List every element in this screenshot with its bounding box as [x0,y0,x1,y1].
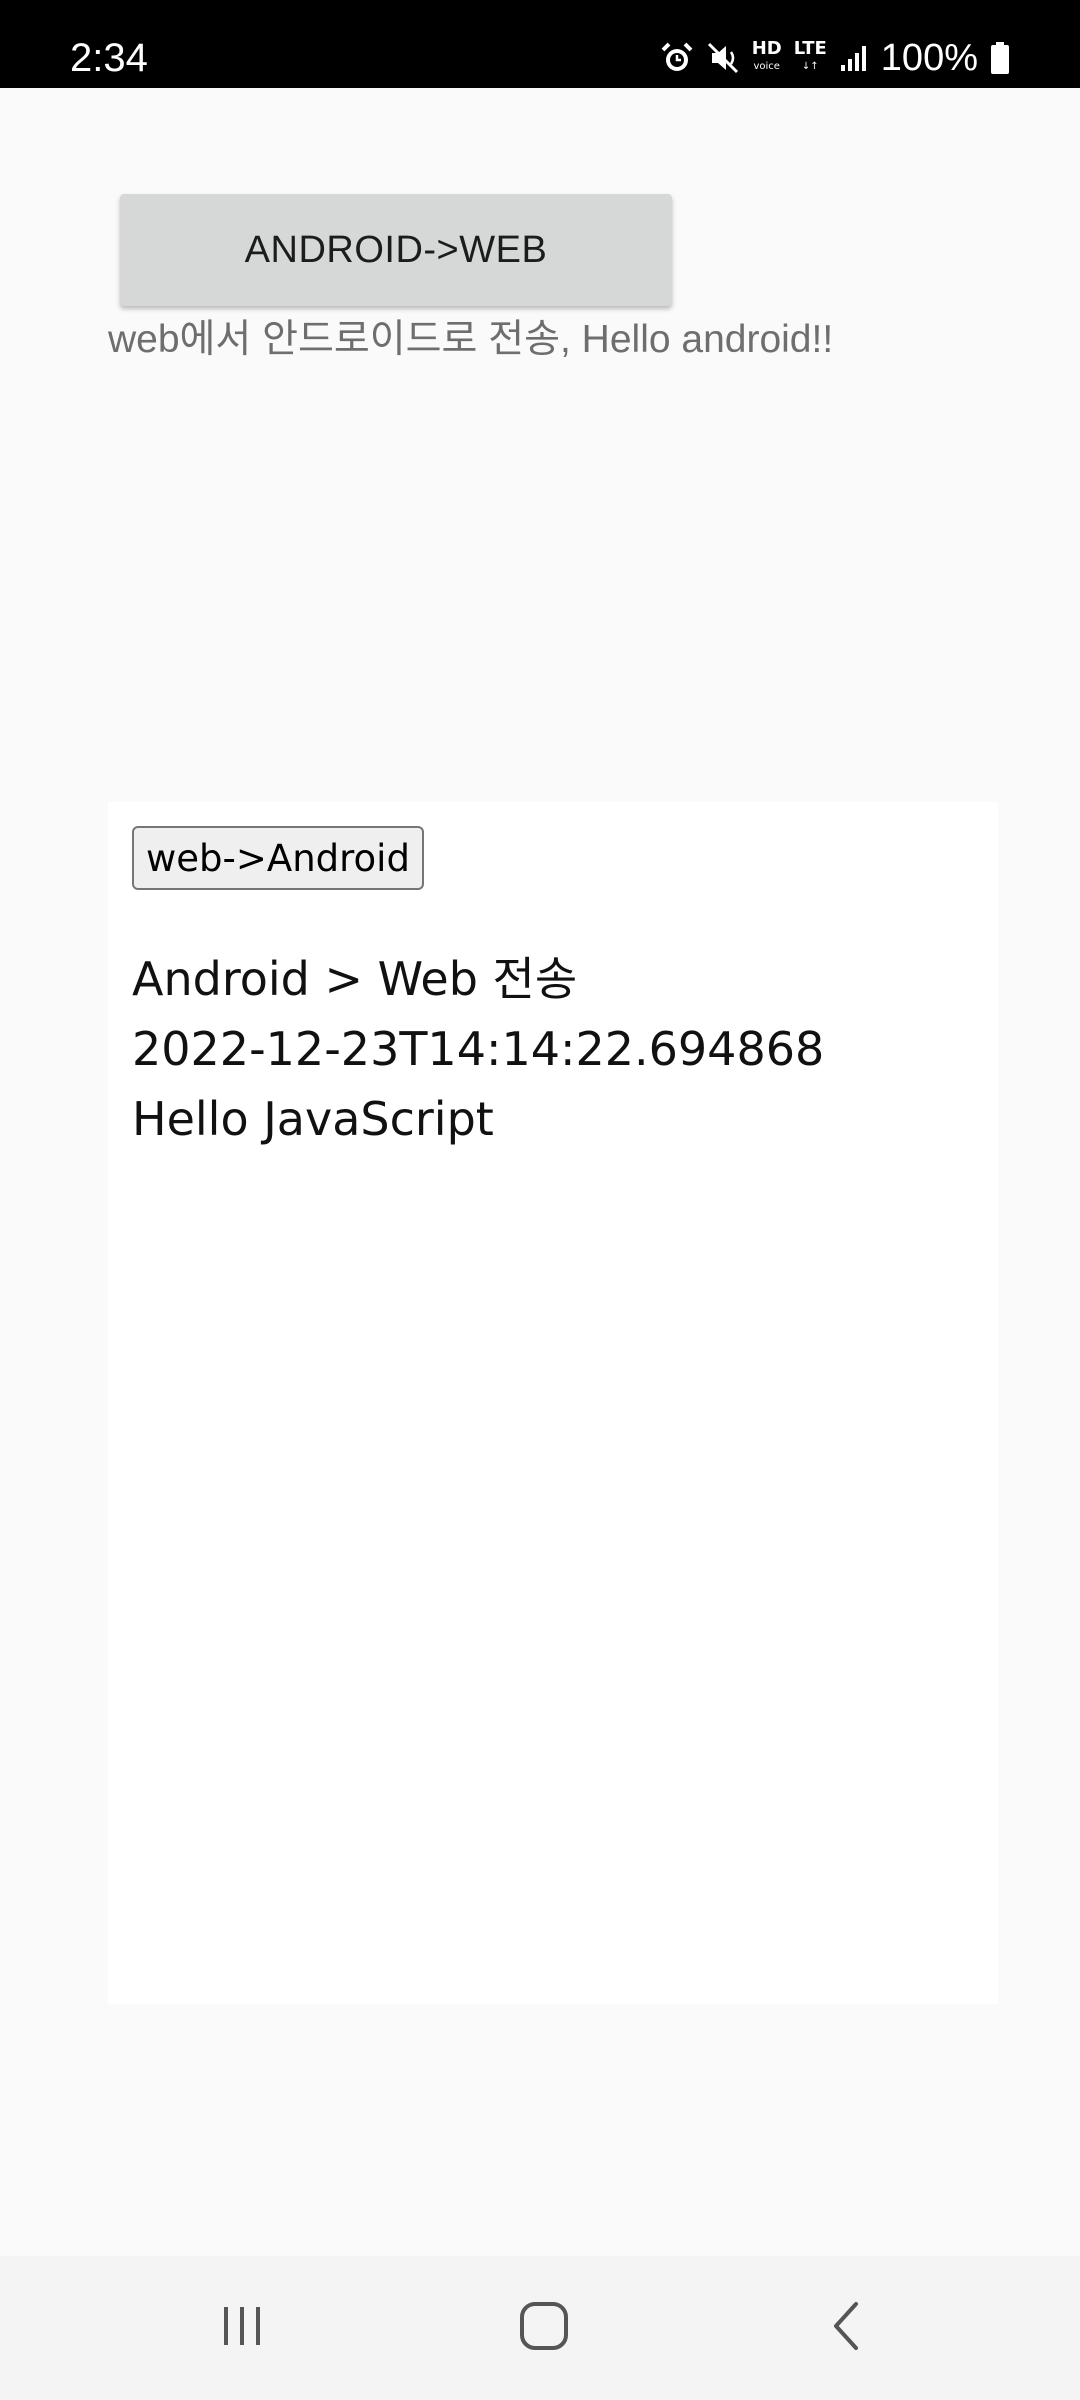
lte-label: LTE [793,38,827,59]
received-message: web에서 안드로이드로 전송, Hello android!! [108,318,834,361]
web-line-message: Hello JavaScript [132,1092,494,1146]
mute-vibrate-icon [706,41,740,75]
web-line-title: Android > Web 전송 [132,952,578,1006]
status-bar: 2:34 HD voice LTE ↓↑ 100% [0,0,1080,88]
battery-percent: 100% [880,36,978,79]
web-to-android-button[interactable]: web->Android [132,826,424,890]
android-to-web-button[interactable]: ANDROID->WEB [120,194,672,306]
status-icons: HD voice LTE ↓↑ 100% [660,0,1010,88]
alarm-icon [660,41,694,75]
hd-voice-icon: HD voice [752,40,782,76]
lte-icon: LTE ↓↑ [794,40,827,76]
home-button[interactable] [474,2256,614,2400]
signal-icon [839,43,869,73]
home-icon [518,2300,570,2357]
navigation-bar [0,2256,1080,2400]
recent-apps-icon [218,2302,266,2355]
recent-apps-button[interactable] [172,2256,312,2400]
data-arrows: ↓↑ [801,61,819,72]
voice-label: voice [753,61,780,72]
status-time: 2:34 [70,36,148,80]
hd-label: HD [751,38,782,59]
web-line-timestamp: 2022-12-23T14:14:22.694868 [132,1022,825,1076]
battery-icon [990,41,1010,75]
back-icon [826,2300,866,2357]
back-button[interactable] [776,2256,916,2400]
webview: web->Android Android > Web 전송 2022-12-23… [108,802,998,2004]
web-message-lines: Android > Web 전송 2022-12-23T14:14:22.694… [132,944,824,1154]
